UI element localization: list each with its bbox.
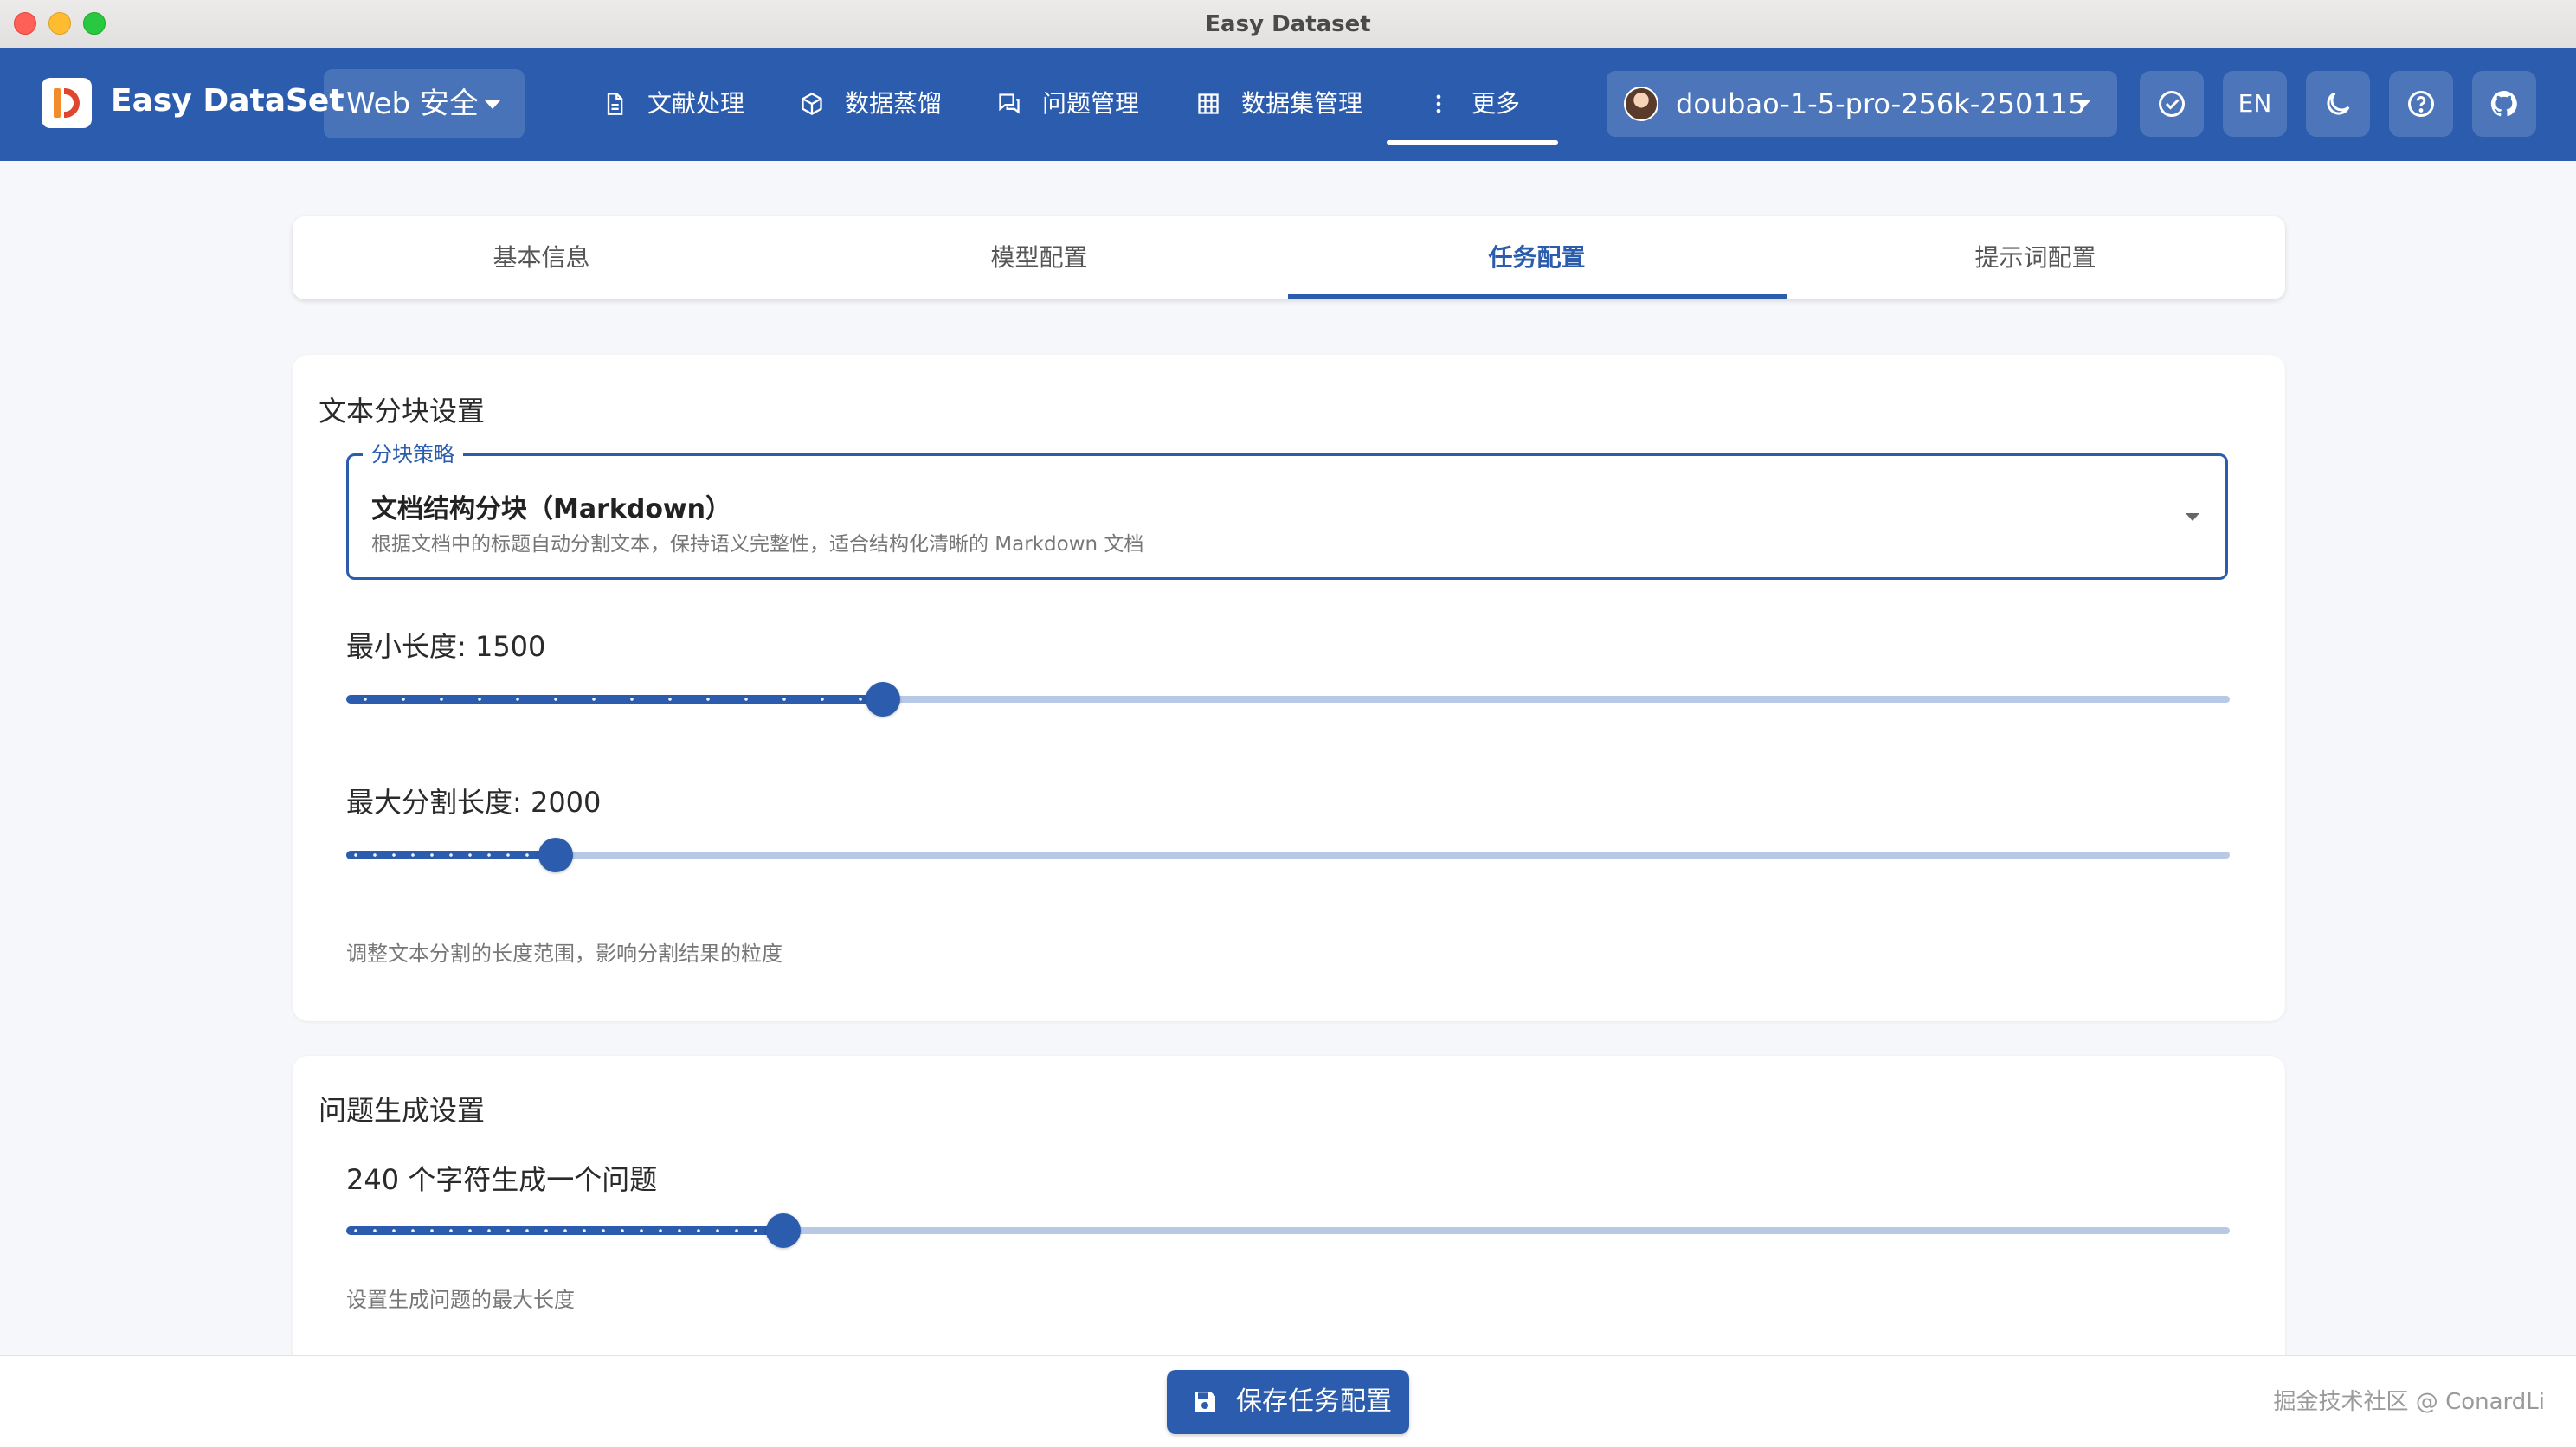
- chevron-down-icon: [485, 100, 500, 109]
- settings-tabs: 基本信息 模型配置 任务配置 提示词配置: [293, 216, 2285, 299]
- model-select[interactable]: doubao-1-5-pro-256k-250115: [1607, 71, 2117, 137]
- nav-item-label: 问题管理: [1042, 89, 1140, 118]
- text-split-card: 文本分块设置 分块策略 文档结构分块（Markdown） 根据文档中的标题自动分…: [293, 355, 2285, 1021]
- split-strategy-value: 文档结构分块（Markdown）: [371, 494, 732, 524]
- app-window: Easy Dataset Easy DataSet Web 安全 文献处理 数据…: [0, 0, 2576, 1447]
- slider-thumb[interactable]: [866, 682, 900, 717]
- text-split-title: 文本分块设置: [319, 395, 486, 428]
- tab-task-config[interactable]: 任务配置: [1288, 216, 1786, 299]
- moon-icon: [2327, 92, 2350, 115]
- tab-prompt-config[interactable]: 提示词配置: [1787, 216, 2284, 299]
- github-button[interactable]: [2472, 71, 2536, 137]
- nav-item-label: 文献处理: [647, 89, 745, 118]
- save-button-label: 保存任务配置: [1236, 1386, 1392, 1417]
- tab-basic-info[interactable]: 基本信息: [293, 216, 790, 299]
- window-title: Easy Dataset: [1205, 11, 1371, 37]
- slider-rail: [346, 852, 2230, 859]
- github-icon: [2490, 90, 2517, 117]
- tab-model-config[interactable]: 模型配置: [790, 216, 1288, 299]
- language-label: EN: [2238, 89, 2272, 118]
- grid-icon: [1198, 93, 1219, 114]
- min-length-slider[interactable]: [346, 682, 2230, 717]
- max-length-label: 最大分割长度: 2000: [346, 786, 602, 819]
- question-length-slider[interactable]: [346, 1213, 2230, 1248]
- chat-icon: [999, 93, 1020, 114]
- question-gen-helper: 设置生成问题的最大长度: [346, 1288, 575, 1312]
- help-icon: [2408, 91, 2434, 117]
- max-length-slider[interactable]: [346, 838, 2230, 872]
- nav-item-label: 数据集管理: [1241, 89, 1363, 118]
- project-select[interactable]: Web 安全: [324, 69, 525, 138]
- app-name: Easy DataSet: [111, 83, 345, 119]
- language-button[interactable]: EN: [2223, 71, 2287, 137]
- chevron-down-icon: [2076, 100, 2091, 108]
- nav-item-label: 数据蒸馏: [845, 89, 943, 118]
- app-logo-icon: [42, 78, 92, 128]
- document-icon: [607, 93, 623, 115]
- slider-marks: [346, 853, 556, 857]
- more-vertical-icon: [1436, 94, 1441, 113]
- check-circle-icon: [2159, 91, 2185, 117]
- split-strategy-legend: 分块策略: [363, 442, 463, 466]
- theme-toggle-button[interactable]: [2306, 71, 2370, 137]
- save-task-config-button[interactable]: 保存任务配置: [1167, 1370, 1409, 1434]
- nav-item-label: 更多: [1472, 89, 1521, 118]
- project-select-label: Web 安全: [346, 87, 479, 121]
- app-header: Easy DataSet Web 安全 文献处理 数据蒸馏 问题管理 数据集管理…: [0, 48, 2576, 161]
- chevron-down-icon: [2186, 513, 2199, 521]
- question-gen-title: 问题生成设置: [319, 1094, 486, 1127]
- bottom-action-bar: 保存任务配置 掘金技术社区 @ ConardLi: [0, 1355, 2576, 1447]
- slider-marks: [346, 698, 883, 701]
- tab-active-indicator: [1288, 294, 1787, 299]
- question-gen-card: 问题生成设置 240 个字符生成一个问题 设置生成问题的最大长度: [293, 1056, 2285, 1385]
- model-avatar: [1624, 87, 1658, 121]
- slider-marks: [346, 1229, 783, 1232]
- watermark-text: 掘金技术社区 @ ConardLi: [2273, 1389, 2545, 1415]
- question-length-label: 240 个字符生成一个问题: [346, 1163, 658, 1196]
- help-button[interactable]: [2389, 71, 2453, 137]
- task-status-button[interactable]: [2140, 71, 2204, 137]
- text-split-helper: 调整文本分割的长度范围，影响分割结果的粒度: [346, 942, 782, 966]
- model-select-label: doubao-1-5-pro-256k-250115: [1676, 87, 2086, 120]
- slider-thumb[interactable]: [538, 838, 573, 872]
- split-strategy-description: 根据文档中的标题自动分割文本，保持语义完整性，适合结构化清晰的 Markdown…: [371, 533, 1144, 556]
- min-length-label: 最小长度: 1500: [346, 630, 546, 663]
- save-icon: [1195, 1392, 1215, 1412]
- slider-thumb[interactable]: [766, 1213, 801, 1248]
- cube-icon: [802, 92, 822, 116]
- split-strategy-select[interactable]: 分块策略 文档结构分块（Markdown） 根据文档中的标题自动分割文本，保持语…: [346, 442, 2228, 580]
- window-titlebar: Easy Dataset: [0, 0, 2576, 48]
- nav-active-indicator: [1387, 140, 1558, 145]
